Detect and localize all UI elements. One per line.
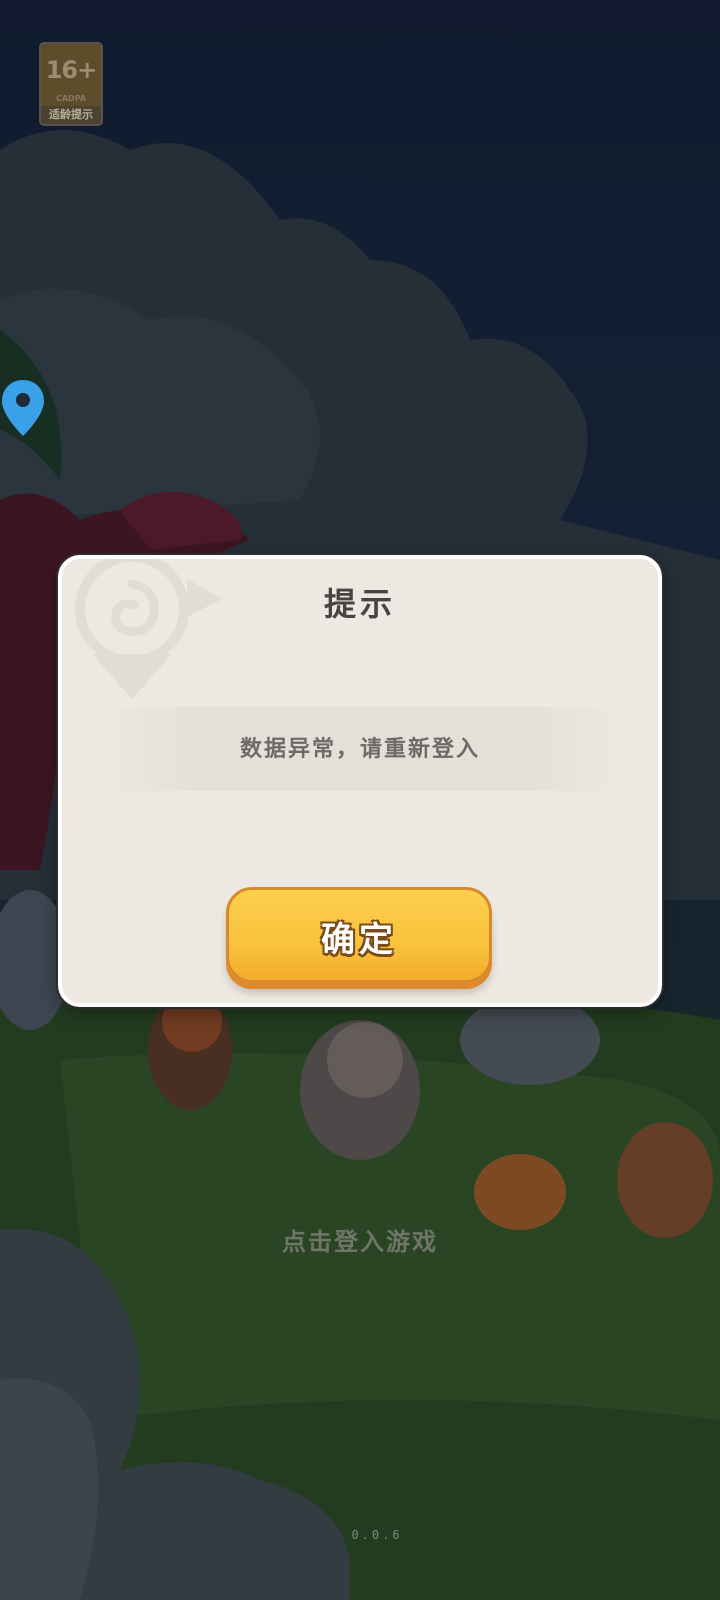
age-rating-caption: 适龄提示 (41, 106, 101, 124)
alert-dialog: 提示 数据异常，请重新登入 确定 (58, 555, 662, 1007)
age-rating-org: CADPA (55, 94, 87, 103)
version-text: 0.0.6 (351, 1528, 403, 1542)
game-login-screen: 16+ CADPA 适龄提示 点击登入游戏 0.0.6 提示 数据异常，请重新登… (0, 0, 720, 1600)
dialog-title: 提示 (323, 585, 396, 623)
age-rating-number: 16+ (45, 56, 98, 84)
age-rating-badge: 16+ CADPA 适龄提示 (39, 42, 103, 126)
dialog-message: 数据异常，请重新登入 (239, 736, 480, 762)
tap-to-login-text[interactable]: 点击登入游戏 (0, 1222, 720, 1257)
confirm-button[interactable]: 确定 (226, 887, 492, 983)
location-pin-icon[interactable] (0, 378, 46, 438)
confirm-button-label: 确定 (321, 920, 397, 960)
